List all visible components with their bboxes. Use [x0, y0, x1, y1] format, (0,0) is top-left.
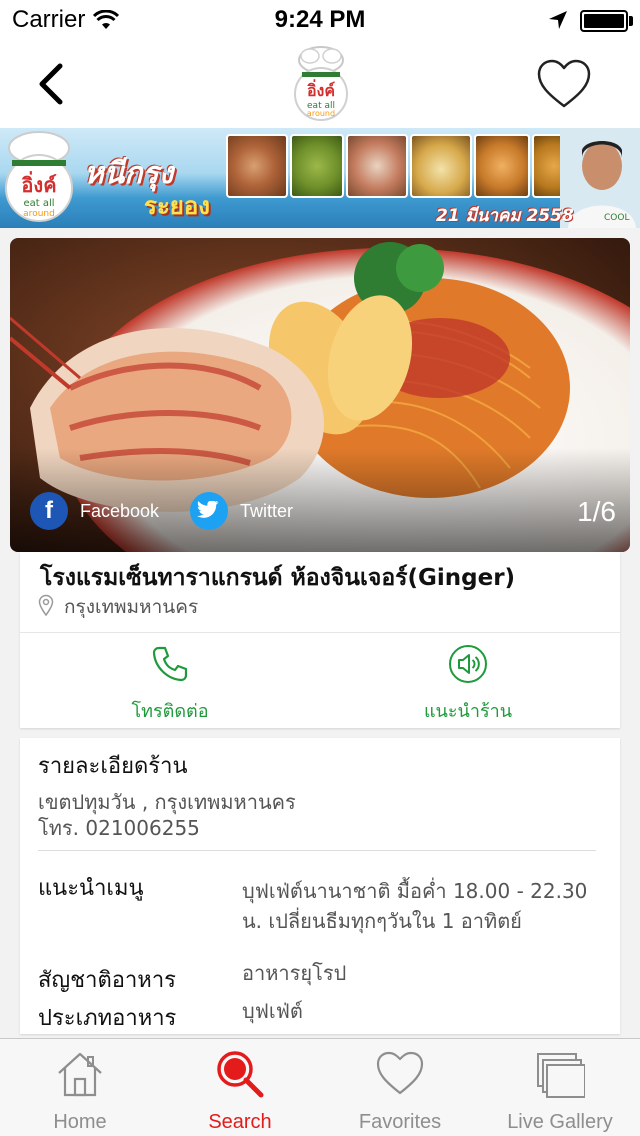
recommend-label: แนะนำร้าน — [423, 701, 513, 722]
call-button[interactable]: โทรติดต่อ — [50, 644, 290, 725]
recommend-restaurant-button[interactable]: แนะนำร้าน — [348, 644, 588, 725]
menu-value: บุฟเฟ่ต์นานาชาติ มื้อค่ำ 18.00 - 22.30 น… — [242, 879, 588, 933]
tab-favorites[interactable]: Favorites — [320, 1039, 480, 1136]
banner-title: หนีกรุง ระยอง — [84, 142, 224, 220]
place-name: โรงแรมเซ็นทาราแกรนด์ ห้องจินเจอร์(Ginger… — [40, 565, 516, 591]
facebook-label: Facebook — [80, 500, 160, 521]
status-bar: Carrier 9:24 PM — [0, 0, 640, 40]
svg-text:eat all: eat all — [23, 198, 54, 209]
photo-counter: 1/6 — [577, 496, 616, 527]
cuisine-value: อาหารยุโรป — [242, 961, 347, 985]
favorite-heart-icon[interactable] — [536, 58, 592, 110]
phone-icon — [152, 646, 188, 682]
call-label: โทรติดต่อ — [131, 701, 209, 722]
place-location: กรุงเทพมหานคร — [64, 596, 199, 618]
svg-text:อิ่งค์: อิ่งค์ — [21, 170, 56, 197]
details-phone[interactable]: โทร. 021006255 — [38, 812, 200, 844]
heart-icon — [376, 1051, 424, 1095]
svg-text:อิ่งค์: อิ่งค์ — [307, 79, 336, 100]
search-icon — [217, 1051, 264, 1098]
clock: 9:24 PM — [274, 6, 366, 33]
banner-food-image — [346, 134, 408, 198]
restaurant-photo-carousel[interactable]: f Facebook Twitter 1/6 — [10, 238, 630, 552]
restaurant-details-card: รายละเอียดร้าน เขตปทุมวัน , กรุงเทพมหานค… — [20, 738, 620, 1034]
tab-search-label: Search — [208, 1111, 272, 1133]
facebook-icon: f — [30, 492, 68, 530]
tab-favorites-label: Favorites — [358, 1111, 442, 1133]
banner-food-image — [290, 134, 344, 198]
divider — [38, 850, 596, 851]
app-logo-icon: อิ่งค์ eat all around — [294, 46, 348, 121]
promo-banner[interactable]: อิ่งค์ eat all around หนีกรุง ระยอง COOL… — [0, 128, 640, 228]
facebook-share-button[interactable]: f Facebook — [30, 492, 159, 530]
banner-food-image — [474, 134, 530, 198]
svg-text:around: around — [23, 209, 55, 219]
tab-search[interactable]: Search — [160, 1039, 320, 1136]
divider — [20, 632, 620, 633]
navigation-bar: อิ่งค์ eat all around — [0, 40, 640, 128]
location-arrow-icon — [549, 11, 567, 29]
tab-live-gallery-label: Live Gallery — [507, 1111, 613, 1133]
food-type-value: บุฟเฟ่ต์ — [242, 999, 303, 1023]
twitter-icon — [190, 492, 228, 530]
banner-title-line2: ระยอง — [144, 192, 210, 220]
banner-food-image — [410, 134, 472, 198]
menu-label: แนะนำเมนู — [38, 876, 144, 901]
location-pin-icon — [38, 594, 54, 616]
banner-date: 21 มีนาคม 2558 — [436, 206, 574, 226]
tab-bar: Home Search Favorites Live Gallery — [0, 1038, 640, 1136]
back-button[interactable] — [28, 60, 76, 108]
banner-logo-icon: อิ่งค์ eat all around — [5, 131, 73, 222]
tab-home[interactable]: Home — [0, 1039, 160, 1136]
twitter-label: Twitter — [240, 500, 294, 521]
speaker-icon — [449, 645, 487, 683]
battery-icon — [580, 10, 628, 32]
tab-home-label: Home — [53, 1111, 107, 1133]
banner-food-image — [226, 134, 288, 198]
twitter-share-button[interactable]: Twitter — [190, 492, 293, 530]
cuisine-label: สัญชาติอาหาร — [38, 968, 176, 993]
svg-text:around: around — [307, 109, 335, 118]
place-info-card: โรงแรมเซ็นทาราแกรนด์ ห้องจินเจอร์(Ginger… — [20, 552, 620, 728]
battery-tip — [629, 16, 633, 26]
tab-live-gallery[interactable]: Live Gallery — [480, 1039, 640, 1136]
home-icon — [58, 1052, 102, 1097]
svg-text:COOL: COOL — [604, 213, 629, 223]
gallery-icon — [537, 1053, 585, 1098]
details-title: รายละเอียดร้าน — [38, 754, 188, 779]
food-type-label: ประเภทอาหาร — [38, 1006, 177, 1031]
